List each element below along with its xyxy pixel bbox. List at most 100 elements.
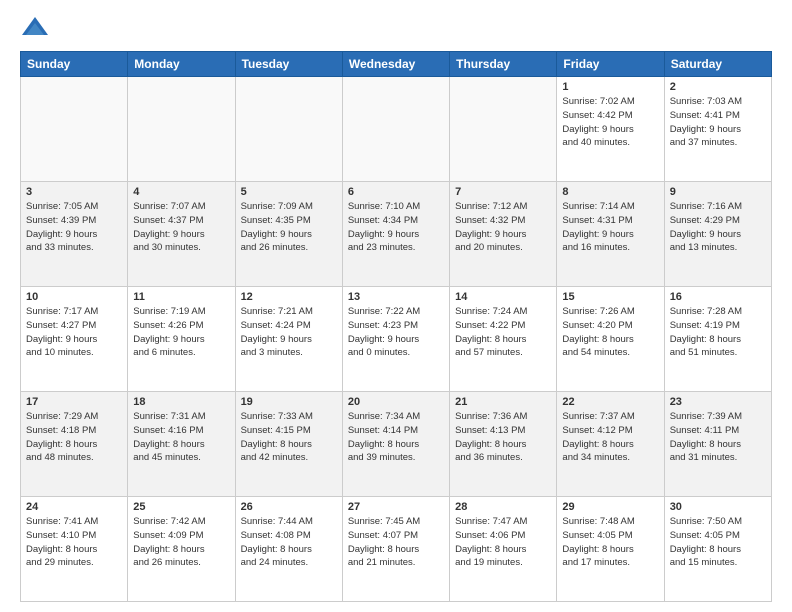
day-number: 3 [26,186,122,198]
day-cell [342,77,449,182]
day-info: Sunrise: 7:17 AM Sunset: 4:27 PM Dayligh… [26,305,122,360]
day-number: 16 [670,291,766,303]
page: SundayMondayTuesdayWednesdayThursdayFrid… [0,0,792,612]
day-number: 20 [348,396,444,408]
day-number: 7 [455,186,551,198]
logo [20,15,54,45]
calendar: SundayMondayTuesdayWednesdayThursdayFrid… [20,51,772,602]
day-cell: 27 Sunrise: 7:45 AM Sunset: 4:07 PM Dayli… [342,497,449,602]
day-info: Sunrise: 7:50 AM Sunset: 4:05 PM Dayligh… [670,515,766,570]
day-info: Sunrise: 7:21 AM Sunset: 4:24 PM Dayligh… [241,305,337,360]
day-cell [21,77,128,182]
day-cell: 12 Sunrise: 7:21 AM Sunset: 4:24 PM Dayli… [235,287,342,392]
day-number: 15 [562,291,658,303]
day-cell: 17 Sunrise: 7:29 AM Sunset: 4:18 PM Dayli… [21,392,128,497]
day-info: Sunrise: 7:39 AM Sunset: 4:11 PM Dayligh… [670,410,766,465]
day-number: 8 [562,186,658,198]
day-cell: 11 Sunrise: 7:19 AM Sunset: 4:26 PM Dayli… [128,287,235,392]
col-header-sunday: Sunday [21,52,128,77]
day-cell [450,77,557,182]
day-cell [128,77,235,182]
day-number: 13 [348,291,444,303]
day-number: 25 [133,501,229,513]
day-info: Sunrise: 7:34 AM Sunset: 4:14 PM Dayligh… [348,410,444,465]
day-info: Sunrise: 7:28 AM Sunset: 4:19 PM Dayligh… [670,305,766,360]
calendar-table: SundayMondayTuesdayWednesdayThursdayFrid… [20,51,772,602]
day-info: Sunrise: 7:45 AM Sunset: 4:07 PM Dayligh… [348,515,444,570]
day-cell: 28Sunrise: 7:47 AM Sunset: 4:06 PM Dayli… [450,497,557,602]
day-info: Sunrise: 7:29 AM Sunset: 4:18 PM Dayligh… [26,410,122,465]
day-number: 26 [241,501,337,513]
day-info: Sunrise: 7:26 AM Sunset: 4:20 PM Dayligh… [562,305,658,360]
week-row-2: 3 Sunrise: 7:05 AM Sunset: 4:39 PM Daylig… [21,182,772,287]
day-info: Sunrise: 7:07 AM Sunset: 4:37 PM Dayligh… [133,200,229,255]
day-cell: 24Sunrise: 7:41 AM Sunset: 4:10 PM Dayli… [21,497,128,602]
day-cell: 4 Sunrise: 7:07 AM Sunset: 4:37 PM Daylig… [128,182,235,287]
day-cell: 13 Sunrise: 7:22 AM Sunset: 4:23 PM Dayli… [342,287,449,392]
day-number: 28 [455,501,551,513]
day-info: Sunrise: 7:31 AM Sunset: 4:16 PM Dayligh… [133,410,229,465]
day-cell [235,77,342,182]
day-number: 12 [241,291,337,303]
day-info: Sunrise: 7:44 AM Sunset: 4:08 PM Dayligh… [241,515,337,570]
day-cell: 18Sunrise: 7:31 AM Sunset: 4:16 PM Dayli… [128,392,235,497]
day-cell: 1 Sunrise: 7:02 AM Sunset: 4:42 PM Daylig… [557,77,664,182]
day-info: Sunrise: 7:19 AM Sunset: 4:26 PM Dayligh… [133,305,229,360]
week-row-3: 10 Sunrise: 7:17 AM Sunset: 4:27 PM Dayli… [21,287,772,392]
day-cell: 6 Sunrise: 7:10 AM Sunset: 4:34 PM Daylig… [342,182,449,287]
day-cell: 14 Sunrise: 7:24 AM Sunset: 4:22 PM Dayli… [450,287,557,392]
col-header-friday: Friday [557,52,664,77]
day-number: 10 [26,291,122,303]
day-info: Sunrise: 7:37 AM Sunset: 4:12 PM Dayligh… [562,410,658,465]
day-number: 22 [562,396,658,408]
day-number: 24 [26,501,122,513]
logo-icon [20,15,50,45]
day-info: Sunrise: 7:05 AM Sunset: 4:39 PM Dayligh… [26,200,122,255]
day-info: Sunrise: 7:33 AM Sunset: 4:15 PM Dayligh… [241,410,337,465]
day-cell: 3 Sunrise: 7:05 AM Sunset: 4:39 PM Daylig… [21,182,128,287]
day-number: 5 [241,186,337,198]
header [20,15,772,45]
day-cell: 7 Sunrise: 7:12 AM Sunset: 4:32 PM Daylig… [450,182,557,287]
week-row-1: 1 Sunrise: 7:02 AM Sunset: 4:42 PM Daylig… [21,77,772,182]
day-cell: 21 Sunrise: 7:36 AM Sunset: 4:13 PM Dayli… [450,392,557,497]
day-number: 14 [455,291,551,303]
day-number: 1 [562,81,658,93]
day-cell: 8Sunrise: 7:14 AM Sunset: 4:31 PM Daylig… [557,182,664,287]
day-number: 4 [133,186,229,198]
day-info: Sunrise: 7:02 AM Sunset: 4:42 PM Dayligh… [562,95,658,150]
day-number: 6 [348,186,444,198]
day-cell: 22 Sunrise: 7:37 AM Sunset: 4:12 PM Dayli… [557,392,664,497]
day-cell: 16 Sunrise: 7:28 AM Sunset: 4:19 PM Dayli… [664,287,771,392]
day-info: Sunrise: 7:09 AM Sunset: 4:35 PM Dayligh… [241,200,337,255]
week-row-4: 17 Sunrise: 7:29 AM Sunset: 4:18 PM Dayli… [21,392,772,497]
day-info: Sunrise: 7:36 AM Sunset: 4:13 PM Dayligh… [455,410,551,465]
day-number: 21 [455,396,551,408]
day-cell: 5 Sunrise: 7:09 AM Sunset: 4:35 PM Daylig… [235,182,342,287]
day-info: Sunrise: 7:48 AM Sunset: 4:05 PM Dayligh… [562,515,658,570]
day-info: Sunrise: 7:12 AM Sunset: 4:32 PM Dayligh… [455,200,551,255]
day-cell: 20 Sunrise: 7:34 AM Sunset: 4:14 PM Dayli… [342,392,449,497]
day-cell: 9Sunrise: 7:16 AM Sunset: 4:29 PM Daylig… [664,182,771,287]
day-cell: 29 Sunrise: 7:48 AM Sunset: 4:05 PM Dayli… [557,497,664,602]
day-cell: 30Sunrise: 7:50 AM Sunset: 4:05 PM Dayli… [664,497,771,602]
day-cell: 2Sunrise: 7:03 AM Sunset: 4:41 PM Daylig… [664,77,771,182]
day-cell: 23Sunrise: 7:39 AM Sunset: 4:11 PM Dayli… [664,392,771,497]
week-row-5: 24Sunrise: 7:41 AM Sunset: 4:10 PM Dayli… [21,497,772,602]
day-info: Sunrise: 7:24 AM Sunset: 4:22 PM Dayligh… [455,305,551,360]
day-info: Sunrise: 7:42 AM Sunset: 4:09 PM Dayligh… [133,515,229,570]
day-info: Sunrise: 7:10 AM Sunset: 4:34 PM Dayligh… [348,200,444,255]
day-number: 29 [562,501,658,513]
day-number: 11 [133,291,229,303]
day-number: 17 [26,396,122,408]
col-header-monday: Monday [128,52,235,77]
day-cell: 15 Sunrise: 7:26 AM Sunset: 4:20 PM Dayli… [557,287,664,392]
col-header-saturday: Saturday [664,52,771,77]
day-info: Sunrise: 7:22 AM Sunset: 4:23 PM Dayligh… [348,305,444,360]
day-cell: 26 Sunrise: 7:44 AM Sunset: 4:08 PM Dayli… [235,497,342,602]
day-number: 27 [348,501,444,513]
day-info: Sunrise: 7:16 AM Sunset: 4:29 PM Dayligh… [670,200,766,255]
day-cell: 10 Sunrise: 7:17 AM Sunset: 4:27 PM Dayli… [21,287,128,392]
header-row: SundayMondayTuesdayWednesdayThursdayFrid… [21,52,772,77]
col-header-tuesday: Tuesday [235,52,342,77]
